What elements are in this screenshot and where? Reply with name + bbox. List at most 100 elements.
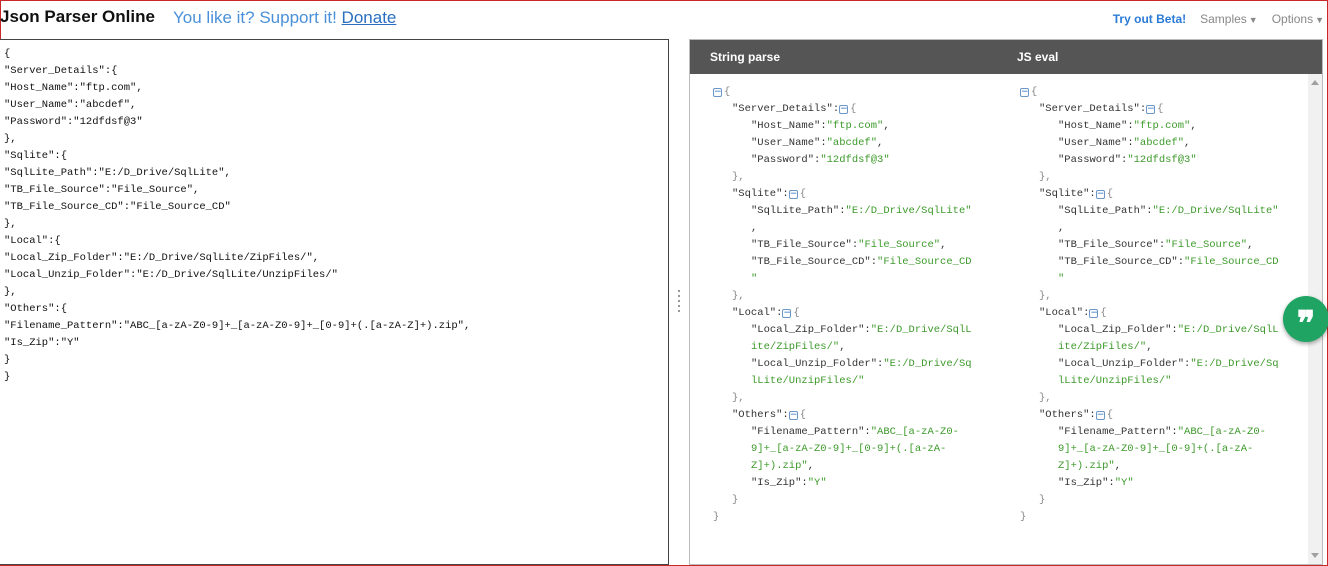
header-actions: Try out Beta! Samples ▼ Options ▼ [1113, 12, 1324, 26]
tree-key: "User_Name" [751, 137, 821, 149]
editor-line: }, [4, 133, 17, 145]
tree-line: "Local_Zip_Folder":"E:/D_Drive/SqlL [713, 322, 998, 339]
json-input-text[interactable]: {"Server_Details":{"Host_Name":"ftp.com"… [0, 40, 668, 386]
tree-str: "E:/D_Drive/SqlL [870, 324, 972, 336]
tree-brace: { [1106, 409, 1114, 421]
tree-key: "Local" [732, 307, 777, 319]
tree-brace: { [799, 409, 807, 421]
options-label: Options [1271, 12, 1314, 26]
tree-str: "E:/D_Drive/SqlLite" [845, 205, 972, 217]
tree-str: 9]+_[a-zA-Z0-9]+_[0-9]+(.[a-zA- [751, 443, 947, 455]
tree-brace: { [799, 188, 807, 200]
feedback-quote-button[interactable]: ❞ [1283, 296, 1328, 344]
collapse-minus-icon[interactable]: − [1020, 88, 1029, 97]
tree-key: "Filename_Pattern" [751, 426, 865, 438]
editor-line: } [4, 354, 11, 366]
tree-brace: }, [732, 290, 745, 302]
editor-line: "TB_File_Source":"File_Source", [4, 184, 200, 196]
tree-line: "Host_Name":"ftp.com", [1020, 118, 1305, 135]
editor-line: "Local_Unzip_Folder":"E:/D_Drive/SqlLite… [4, 269, 338, 281]
editor-line: "Is_Zip":"Y" [4, 337, 80, 349]
editor-line: }, [4, 286, 17, 298]
tree-brace: { [724, 86, 731, 98]
tree-key: "Sqlite" [1039, 188, 1090, 200]
tree-line: "Others":−{ [713, 407, 998, 424]
tree-line: } [1020, 492, 1305, 509]
collapse-minus-icon[interactable]: − [1095, 190, 1105, 199]
tree-brace: } [732, 494, 739, 506]
tree-key: "Password" [1058, 154, 1122, 166]
scroll-down-icon[interactable] [1311, 553, 1319, 558]
tree-key: "Local_Unzip_Folder" [751, 358, 878, 370]
editor-line: "SqlLite_Path":"E:/D_Drive/SqlLite", [4, 167, 231, 179]
tree-line: 9]+_[a-zA-Z0-9]+_[0-9]+(.[a-zA- [1020, 441, 1305, 458]
tree-punc: , [1247, 239, 1254, 251]
output-header: String parse JS eval [690, 40, 1322, 74]
tree-brace: }, [732, 171, 745, 183]
tree-str: "ABC_[a-zA-Z0- [1177, 426, 1266, 438]
tree-punc: : [782, 409, 789, 421]
tree-key: "SqlLite_Path" [751, 205, 840, 217]
collapse-minus-icon[interactable]: − [788, 411, 798, 420]
tree-str: "E:/D_Drive/SqlLite" [1152, 205, 1279, 217]
tree-line: "Host_Name":"ftp.com", [713, 118, 998, 135]
support-text: You like it? Support it! [173, 8, 337, 27]
tree-brace: }, [1039, 171, 1052, 183]
tree-brace: { [1100, 307, 1107, 319]
tree-line: "Password":"12dfdsf@3" [713, 152, 998, 169]
tree-brace: }, [732, 392, 745, 404]
collapse-minus-icon[interactable]: − [713, 88, 722, 97]
tree-str: " [751, 273, 758, 285]
tree-line: "Server_Details":−{ [1020, 101, 1305, 118]
tree-key: "Server_Details" [732, 103, 833, 115]
collapse-minus-icon[interactable]: − [1095, 411, 1105, 420]
tree-line: lLite/UnzipFiles/" [1020, 373, 1305, 390]
tree-str: "12dfdsf@3" [1127, 154, 1197, 166]
tree-str: Z]+).zip" [1058, 460, 1115, 472]
tree-key: "Local_Zip_Folder" [751, 324, 865, 336]
tree-line: "TB_File_Source_CD":"File_Source_CD [1020, 254, 1305, 271]
tree-line: "Is_Zip":"Y" [1020, 475, 1305, 492]
editor-line: "Local":{ [4, 235, 61, 247]
editor-line: "Password":"12dfdsf@3" [4, 116, 143, 128]
options-menu[interactable]: Options ▼ [1272, 12, 1324, 26]
tree-brace: { [1157, 103, 1164, 115]
tree-str: "E:/D_Drive/Sq [883, 358, 972, 370]
options-caret-icon: ▼ [1315, 15, 1324, 25]
tree-line: "TB_File_Source_CD":"File_Source_CD [713, 254, 998, 271]
scroll-up-icon[interactable] [1311, 80, 1319, 85]
tree-key: "Local" [1039, 307, 1084, 319]
tree-line: "Sqlite":−{ [1020, 186, 1305, 203]
editor-line: "Sqlite":{ [4, 150, 68, 162]
tree-key: "TB_File_Source" [1058, 239, 1159, 251]
tree-line: "TB_File_Source":"File_Source", [713, 237, 998, 254]
editor-line: "TB_File_Source_CD":"File_Source_CD" [4, 201, 231, 213]
tree-key: "TB_File_Source" [751, 239, 852, 251]
tree-line: } [1020, 509, 1305, 526]
tree-brace: { [793, 307, 800, 319]
json-input-editor[interactable]: {"Server_Details":{"Host_Name":"ftp.com"… [0, 39, 669, 565]
tree-punc: : [782, 188, 789, 200]
tree-line: }, [1020, 169, 1305, 186]
tree-line: lLite/UnzipFiles/" [713, 373, 998, 390]
tree-punc: , [940, 239, 947, 251]
app-title: Json Parser Online [0, 7, 155, 26]
try-beta-link[interactable]: Try out Beta! [1113, 12, 1186, 26]
tree-punc: , [883, 120, 890, 132]
tree-line: " [1020, 271, 1305, 288]
collapse-minus-icon[interactable]: − [782, 309, 792, 318]
tree-line: "Local_Zip_Folder":"E:/D_Drive/SqlL [1020, 322, 1305, 339]
panel-splitter[interactable] [676, 290, 682, 314]
tree-punc: , [1146, 341, 1153, 353]
tree-line: "User_Name":"abcdef", [713, 135, 998, 152]
collapse-minus-icon[interactable]: − [1146, 105, 1156, 114]
collapse-minus-icon[interactable]: − [839, 105, 849, 114]
tree-str: "abcdef" [1133, 137, 1185, 149]
donate-link[interactable]: Donate [342, 8, 397, 27]
tree-line: 9]+_[a-zA-Z0-9]+_[0-9]+(.[a-zA- [713, 441, 998, 458]
collapse-minus-icon[interactable]: − [1089, 309, 1099, 318]
collapse-minus-icon[interactable]: − [788, 190, 798, 199]
samples-menu[interactable]: Samples ▼ [1200, 12, 1258, 26]
tree-key: "Local_Zip_Folder" [1058, 324, 1172, 336]
tree-key: "TB_File_Source_CD" [751, 256, 871, 268]
